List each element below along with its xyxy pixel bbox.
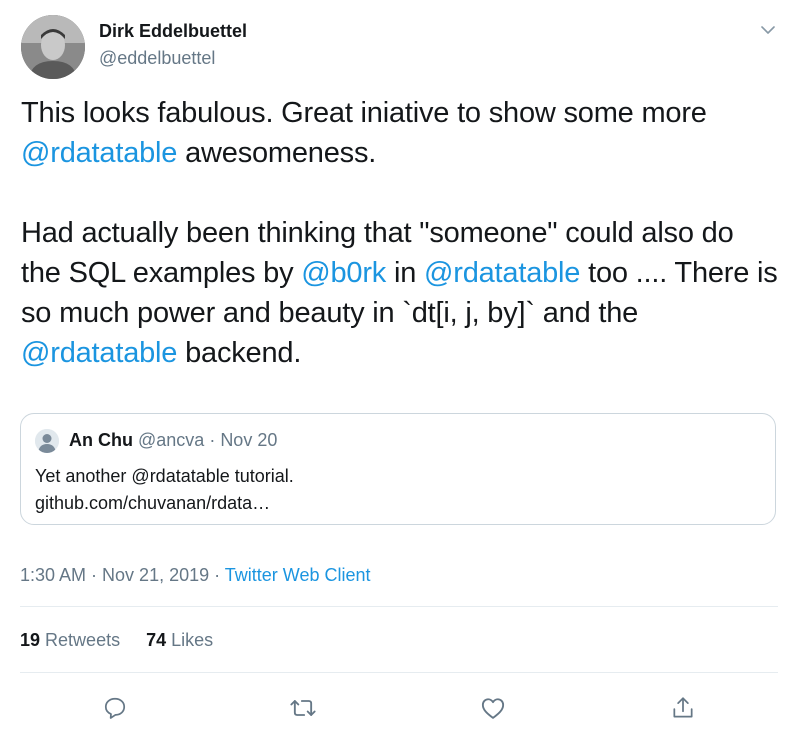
share-icon[interactable] bbox=[668, 693, 698, 723]
quoted-text-line: Yet another @rdatatable tutorial. bbox=[35, 466, 294, 486]
avatar[interactable] bbox=[21, 15, 85, 79]
heart-icon[interactable] bbox=[478, 693, 508, 723]
separator: · bbox=[86, 565, 103, 585]
author-handle[interactable]: @eddelbuettel bbox=[99, 48, 215, 69]
tweet-time[interactable]: 1:30 AM bbox=[20, 565, 86, 585]
quoted-header: An Chu @ancva · Nov 20 bbox=[69, 430, 277, 451]
retweets-stat[interactable]: 19 Retweets bbox=[20, 630, 120, 650]
separator: · bbox=[209, 565, 225, 585]
retweets-label: Retweets bbox=[45, 630, 121, 650]
likes-stat[interactable]: 74 Likes bbox=[146, 630, 213, 650]
quoted-date: Nov 20 bbox=[220, 430, 278, 450]
text-segment: in bbox=[386, 257, 424, 289]
engagement-stats: 19 Retweets 74 Likes bbox=[20, 630, 213, 651]
retweets-count: 19 bbox=[20, 630, 41, 650]
text-segment: backend. bbox=[177, 337, 302, 369]
text-segment: awesomeness. bbox=[177, 137, 377, 169]
reply-icon[interactable] bbox=[100, 693, 130, 723]
mention-link[interactable]: @rdatatable bbox=[21, 137, 177, 169]
divider bbox=[20, 672, 778, 673]
separator: · bbox=[204, 430, 221, 450]
author-name[interactable]: Dirk Eddelbuettel bbox=[99, 21, 247, 42]
quoted-text-line: github.com/chuvanan/rdata… bbox=[35, 493, 271, 513]
likes-count: 74 bbox=[146, 630, 167, 650]
mention-link[interactable]: @b0rk bbox=[301, 257, 386, 289]
mention-link[interactable]: @rdatatable bbox=[21, 337, 177, 369]
tweet-metadata: 1:30 AM · Nov 21, 2019 · Twitter Web Cli… bbox=[20, 565, 371, 586]
quoted-author-handle: @ancva bbox=[138, 430, 205, 450]
likes-label: Likes bbox=[171, 630, 214, 650]
chevron-down-icon[interactable] bbox=[756, 18, 780, 42]
quoted-author-name: An Chu bbox=[69, 430, 133, 450]
mention-link[interactable]: @rdatatable bbox=[424, 257, 580, 289]
client-link[interactable]: Twitter Web Client bbox=[225, 565, 371, 585]
quoted-tweet-card[interactable]: An Chu @ancva · Nov 20 Yet another @rdat… bbox=[20, 413, 776, 525]
retweet-icon[interactable] bbox=[288, 693, 318, 723]
tweet-date[interactable]: Nov 21, 2019 bbox=[102, 565, 209, 585]
quoted-avatar[interactable] bbox=[35, 429, 59, 453]
tweet-paragraph-2: Had actually been thinking that "someone… bbox=[21, 213, 781, 373]
text-segment: This looks fabulous. Great iniative to s… bbox=[21, 97, 707, 129]
tweet-text: This looks fabulous. Great iniative to s… bbox=[21, 93, 781, 373]
quoted-text: Yet another @rdatatable tutorial. github… bbox=[35, 463, 294, 517]
divider bbox=[20, 606, 778, 607]
tweet-paragraph-1: This looks fabulous. Great iniative to s… bbox=[21, 93, 781, 173]
